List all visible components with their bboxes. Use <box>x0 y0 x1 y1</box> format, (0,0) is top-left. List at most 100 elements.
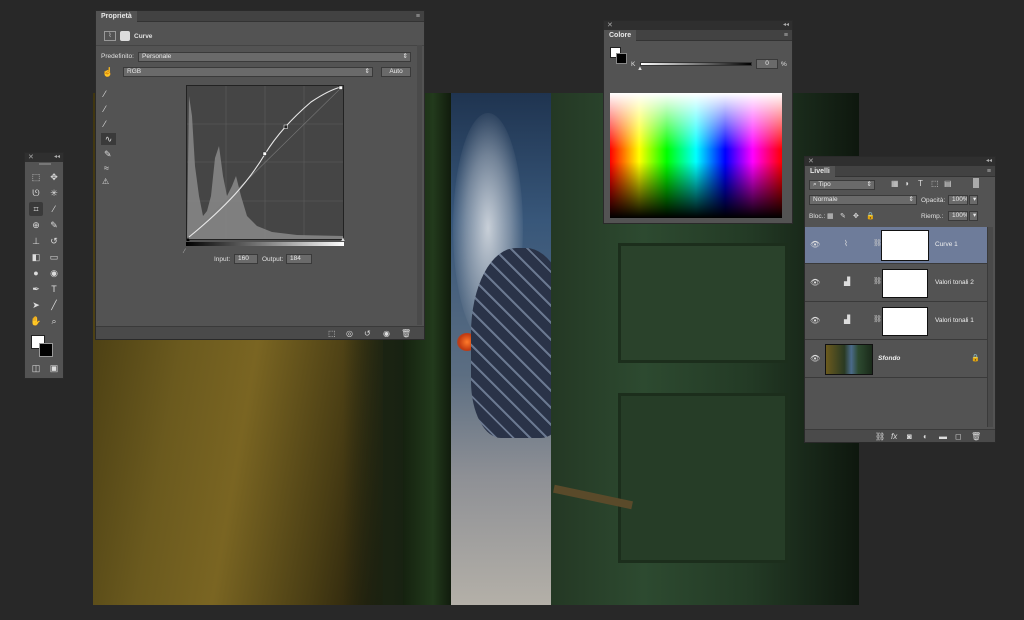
fill-dropdown[interactable]: ▾ <box>969 211 978 221</box>
chain-link-icon[interactable]: ⛓ <box>873 277 882 285</box>
reset-icon[interactable]: ↺ <box>364 328 371 339</box>
eye-icon[interactable]: 👁 <box>810 354 820 363</box>
mask-icon[interactable] <box>120 31 130 41</box>
lock-image-pixels-icon[interactable]: ✎ <box>840 212 846 220</box>
filter-pixel-icon[interactable]: ▦ <box>891 179 899 188</box>
curve-edit-points-icon[interactable]: ∿ <box>101 133 116 145</box>
layer-thumbnail[interactable] <box>825 344 873 375</box>
line-tool-icon[interactable]: ╱ <box>47 298 61 312</box>
filter-type-icon[interactable]: T <box>918 179 923 188</box>
input-field[interactable]: 160 <box>234 254 258 264</box>
layer-row-curve-1[interactable]: 👁 ⌇ ⛓ Curve 1 <box>805 227 987 264</box>
clone-stamp-tool-icon[interactable]: ⊥ <box>29 234 43 248</box>
lock-transparent-pixels-icon[interactable]: ▦ <box>827 212 834 220</box>
opacity-field[interactable]: 100% <box>948 195 968 205</box>
layer-name[interactable]: Valori tonali 2 <box>935 279 974 286</box>
collapse-icon[interactable]: ◂◂ <box>54 153 60 162</box>
type-tool-icon[interactable]: T <box>47 282 61 296</box>
background-color-swatch[interactable] <box>39 343 53 357</box>
eraser-tool-icon[interactable]: ◧ <box>29 250 43 264</box>
trash-icon[interactable]: 🗑 <box>401 328 411 339</box>
clip-to-layer-icon[interactable]: ⬚ <box>328 328 336 339</box>
brush-tool-icon[interactable]: ✎ <box>47 218 61 232</box>
layer-row-levels-1[interactable]: 👁 ▟ ⛓ Valori tonali 1 <box>805 303 987 340</box>
tab-color[interactable]: Colore <box>604 30 637 41</box>
new-layer-icon[interactable]: ◻ <box>955 431 962 442</box>
pencil-draw-icon[interactable]: ✎ <box>104 149 112 160</box>
hand-tool-icon[interactable]: ✋ <box>29 314 43 328</box>
close-icon[interactable]: ✕ <box>808 157 814 166</box>
lock-icon[interactable]: 🔒 <box>866 212 875 220</box>
visibility-eye-icon[interactable]: ◉ <box>383 328 390 339</box>
background-color-swatch[interactable] <box>616 53 627 64</box>
curve-point[interactable] <box>262 151 267 156</box>
gradient-tool-icon[interactable]: ▭ <box>47 250 61 264</box>
eyedropper-tool-icon[interactable]: ⁄ <box>47 202 61 216</box>
layer-mask-thumbnail[interactable] <box>882 269 928 298</box>
color-spectrum[interactable] <box>610 93 782 218</box>
curves-graph-svg[interactable] <box>186 85 344 240</box>
quick-mask-icon[interactable]: ◫ <box>29 361 43 375</box>
eye-icon[interactable]: 👁 <box>810 316 820 325</box>
pen-tool-icon[interactable]: ✒ <box>29 282 43 296</box>
fill-field[interactable]: 100% <box>948 211 968 221</box>
properties-scrollbar[interactable] <box>417 45 422 325</box>
lasso-tool-icon[interactable]: ᘎ <box>29 186 43 200</box>
layer-filter-select[interactable]: ⌕ Tipo ⇕ <box>809 180 875 190</box>
curve-point-active[interactable] <box>283 124 288 129</box>
view-previous-state-icon[interactable]: ◎ <box>346 328 353 339</box>
path-selection-tool-icon[interactable]: ➤ <box>29 298 43 312</box>
chain-link-icon[interactable]: ⛓ <box>873 315 882 323</box>
clipping-warning-icon[interactable]: ⚠ <box>102 177 109 186</box>
healing-brush-tool-icon[interactable]: ⊕ <box>29 218 43 232</box>
collapse-icon[interactable]: ◂◂ <box>986 157 992 166</box>
new-adjustment-layer-icon[interactable]: ◐ <box>923 431 928 442</box>
filter-toggle[interactable] <box>973 178 979 188</box>
close-icon[interactable]: ✕ <box>28 153 34 162</box>
curves-graph[interactable] <box>186 85 344 240</box>
layer-row-background[interactable]: 👁 Sfondo 🔒 <box>805 341 987 378</box>
history-brush-tool-icon[interactable]: ↺ <box>47 234 61 248</box>
eye-icon[interactable]: 👁 <box>810 278 820 287</box>
white-point-slider[interactable]: ▲ <box>340 237 346 243</box>
preset-select[interactable]: Personale ⇕ <box>138 52 411 62</box>
trash-icon[interactable]: 🗑 <box>971 431 981 442</box>
black-point-eyedropper-icon[interactable]: ⁄ <box>104 89 106 99</box>
magic-wand-tool-icon[interactable]: ✳ <box>47 186 61 200</box>
layer-mask-thumbnail[interactable] <box>881 230 929 261</box>
crop-tool-icon[interactable]: ⌗ <box>29 202 43 216</box>
marquee-tool-icon[interactable]: ⬚ <box>29 170 43 184</box>
eye-icon[interactable]: 👁 <box>810 240 820 249</box>
tab-layers[interactable]: Livelli <box>805 166 835 177</box>
panel-menu-icon[interactable]: ≡ <box>987 167 991 176</box>
k-channel-slider[interactable] <box>640 62 752 66</box>
filter-smart-object-icon[interactable]: ▤ <box>944 179 952 188</box>
move-tool-icon[interactable]: ✥ <box>47 170 61 184</box>
lock-position-icon[interactable]: ✥ <box>853 212 859 220</box>
screen-mode-icon[interactable]: ▣ <box>47 361 61 375</box>
add-mask-icon[interactable]: ◙ <box>907 431 912 442</box>
layer-mask-thumbnail[interactable] <box>882 307 928 336</box>
tab-properties[interactable]: Proprietà <box>96 11 137 22</box>
grip-handle[interactable] <box>39 163 51 165</box>
auto-button[interactable]: Auto <box>381 67 411 77</box>
panel-menu-icon[interactable]: ≡ <box>784 31 788 40</box>
layer-name[interactable]: Valori tonali 1 <box>935 317 974 324</box>
gray-point-eyedropper-icon[interactable]: ⁄ <box>104 104 106 114</box>
new-group-icon[interactable]: ▬ <box>939 431 947 442</box>
dodge-tool-icon[interactable]: ◉ <box>47 266 61 280</box>
on-image-adjust-icon[interactable]: ☝ <box>102 67 113 78</box>
channel-select[interactable]: RGB ⇕ <box>123 67 373 77</box>
layer-name[interactable]: Sfondo <box>878 355 900 362</box>
k-slider-thumb[interactable]: ▲ <box>637 66 643 72</box>
layers-scrollbar[interactable] <box>987 227 993 427</box>
fx-icon[interactable]: fx <box>891 431 897 442</box>
eyedropper-small-icon[interactable]: ⁄ <box>184 249 185 255</box>
opacity-dropdown[interactable]: ▾ <box>969 195 978 205</box>
white-point-eyedropper-icon[interactable]: ⁄ <box>104 119 106 129</box>
zoom-tool-icon[interactable]: ⌕ <box>47 314 61 328</box>
collapse-icon[interactable]: ◂◂ <box>783 21 789 30</box>
blur-tool-icon[interactable]: ● <box>29 266 43 280</box>
link-layers-icon[interactable]: ⛓ <box>875 431 885 442</box>
close-icon[interactable]: ✕ <box>607 21 613 30</box>
